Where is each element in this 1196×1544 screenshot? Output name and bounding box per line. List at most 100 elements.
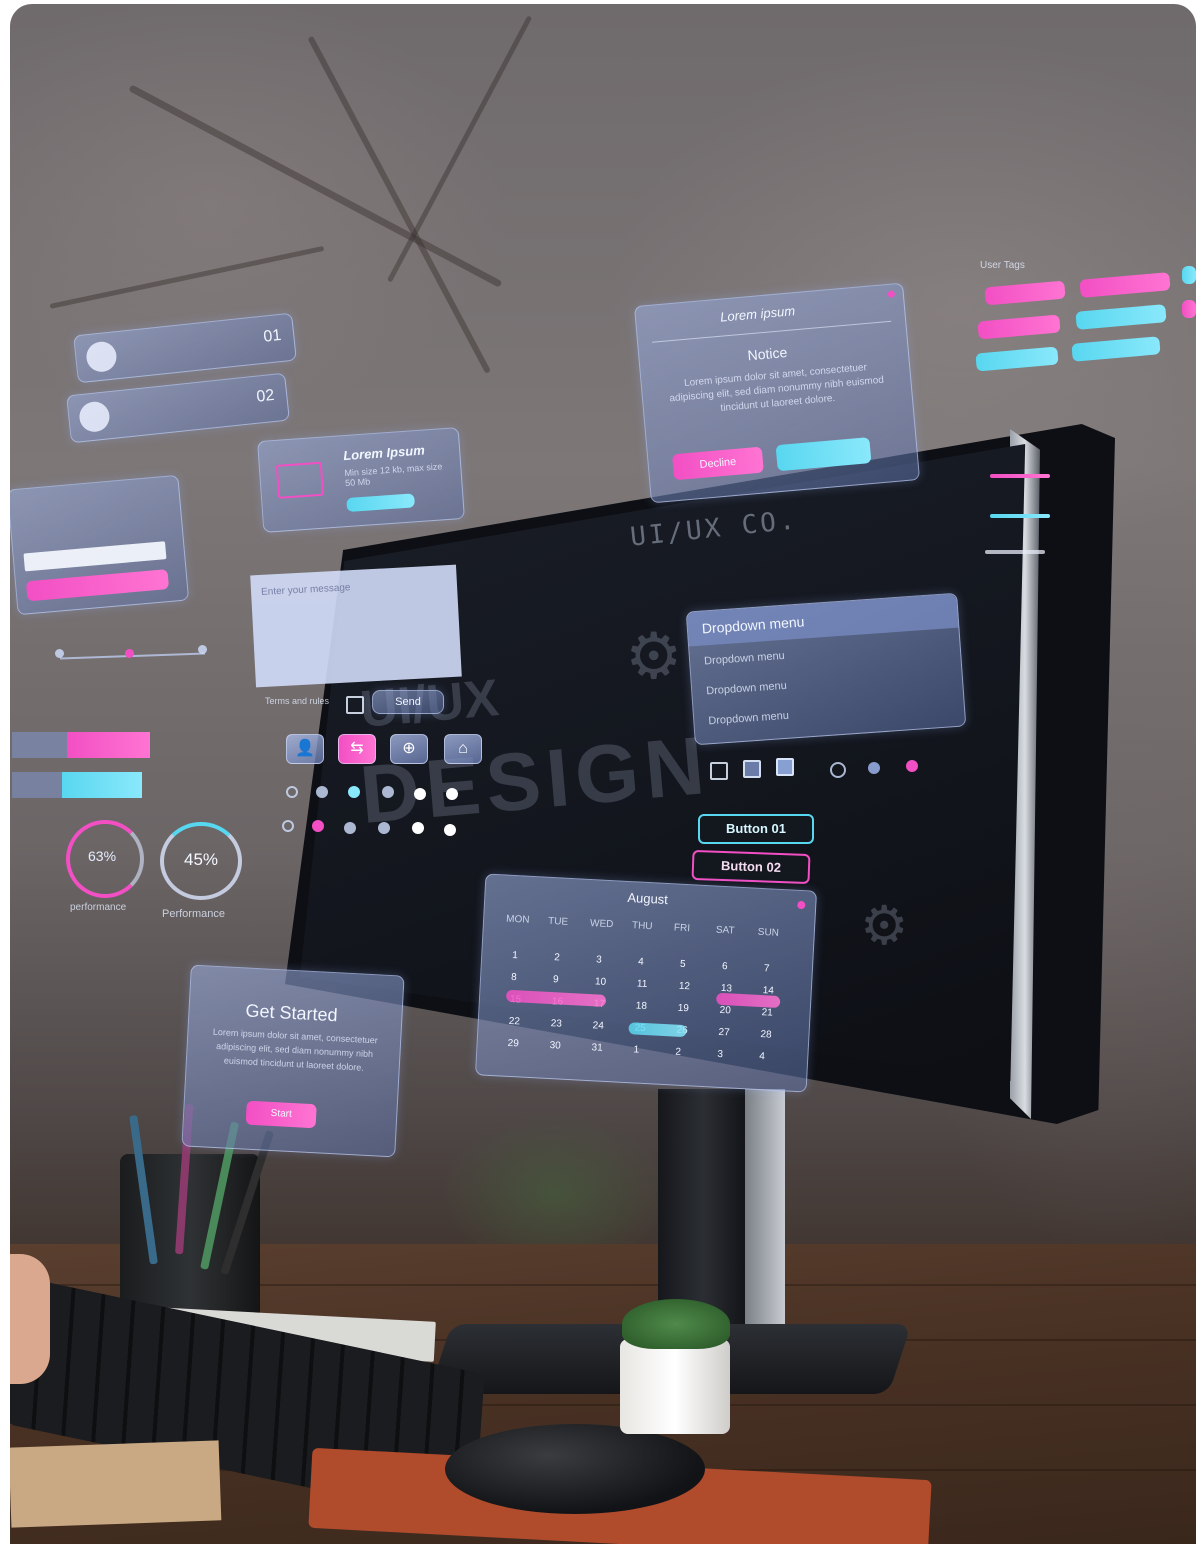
calendar-day[interactable]: 2 [554,952,560,963]
calendar-day[interactable]: 9 [553,974,559,985]
accent-line [990,474,1050,478]
calendar-day[interactable]: 7 [764,963,770,974]
avatar [84,340,118,374]
close-icon[interactable] [887,290,896,298]
radio-button[interactable] [444,824,456,836]
terms-checkbox[interactable] [346,696,364,714]
calendar-day[interactable]: 23 [550,1018,562,1030]
checkbox-checked[interactable] [776,758,794,776]
dropdown-menu[interactable]: Dropdown menu Dropdown menu Dropdown men… [685,592,967,746]
radio-button[interactable] [282,820,294,832]
slider-step[interactable] [55,649,64,658]
calendar-day[interactable]: 24 [592,1020,604,1032]
calendar-day[interactable]: 31 [591,1042,603,1054]
checkbox[interactable] [743,760,761,778]
calendar-day[interactable]: 4 [638,957,644,968]
chevron-right-icon[interactable] [797,900,806,910]
list-item-number: 01 [262,326,283,346]
radio-button[interactable] [286,786,298,798]
toggle-knob [67,732,150,758]
divider [652,320,892,343]
slider-step[interactable] [198,645,207,654]
progress-ring-label: performance [70,902,127,913]
calendar-day[interactable]: 22 [509,1016,521,1028]
radio-button[interactable] [382,786,394,798]
radio-button[interactable] [868,762,880,774]
calendar-day[interactable]: 20 [719,1005,731,1017]
calendar-day[interactable]: 8 [511,972,517,983]
radio-button[interactable] [412,822,424,834]
subscribe-button[interactable] [25,569,170,602]
slider-step[interactable] [125,649,134,658]
send-button[interactable]: Send [372,690,444,714]
message-field[interactable]: Enter your message [250,564,462,688]
calendar-day[interactable]: 5 [680,959,686,970]
notebook [10,1440,222,1528]
calendar-day[interactable]: 11 [637,979,648,991]
plant-pot [620,1339,730,1434]
calendar-day[interactable]: 12 [679,981,691,993]
radio-button[interactable] [414,788,426,800]
dropdown-item[interactable]: Dropdown menu [704,650,785,668]
subscribe-card [10,474,190,616]
checkbox[interactable] [710,762,728,780]
calendar-day[interactable]: 2 [675,1047,681,1058]
calendar-day[interactable]: 6 [722,961,728,972]
start-button[interactable]: Start [245,1100,317,1129]
email-field[interactable] [23,541,167,572]
weekday-label: MON [505,913,530,926]
calendar-day[interactable]: 28 [760,1029,772,1041]
dropdown-item[interactable]: Dropdown menu [706,680,787,698]
calendar-month: August [627,889,669,908]
user-tag[interactable] [1182,266,1196,284]
calendar-day[interactable]: 4 [759,1051,765,1062]
toggle-switch[interactable] [12,772,142,798]
radio-button[interactable] [348,786,360,798]
upload-button[interactable] [346,493,416,513]
calendar-day[interactable]: 3 [596,954,602,965]
avatar [77,400,111,434]
progress-ring: 45% [160,822,242,900]
progress-ring: 63% [66,820,144,898]
image-icon [275,461,324,499]
calendar-day[interactable]: 21 [761,1007,773,1019]
accept-button[interactable] [775,437,872,472]
filter-icon[interactable]: ⇆ [338,734,376,764]
calendar-day[interactable]: 3 [717,1049,723,1060]
radio-button[interactable] [316,786,328,798]
date-range-highlight [505,989,607,1007]
calendar-day[interactable]: 19 [677,1003,689,1015]
calendar-day[interactable]: 30 [549,1040,561,1052]
decline-button[interactable]: Decline [671,446,764,481]
radio-button[interactable] [906,760,918,772]
calendar-day[interactable]: 1 [633,1044,639,1055]
button-01[interactable]: Button 01 [698,814,814,844]
dropdown-item[interactable]: Dropdown menu [708,710,789,728]
accent-line [985,550,1045,554]
calendar-day[interactable]: 10 [595,976,607,988]
calendar-day[interactable]: 18 [635,1001,647,1013]
weekday-label: FRI [673,922,691,935]
weekday-label: THU [631,920,653,933]
succulent-plant [622,1299,730,1349]
get-started-title: Get Started [245,1000,339,1026]
radio-button[interactable] [344,822,356,834]
radio-button[interactable] [446,788,458,800]
home-icon[interactable]: ⌂ [444,734,482,764]
user-tag[interactable] [1182,300,1196,318]
add-icon[interactable]: ⊕ [390,734,428,764]
gear-icon: ⚙ [625,620,683,692]
radio-button[interactable] [830,762,846,778]
list-item-number: 02 [255,386,276,406]
toggle-switch[interactable] [12,732,150,758]
radio-button[interactable] [312,820,324,832]
notice-body: Lorem ipsum dolor sit amet, consectetuer… [669,362,885,414]
radio-button[interactable] [378,822,390,834]
get-started-body: Lorem ipsum dolor sit amet, consectetuer… [212,1026,378,1073]
calendar-day[interactable]: 27 [718,1027,730,1039]
calendar-day[interactable]: 1 [512,950,518,961]
user-icon[interactable]: 👤 [286,734,324,764]
calendar-day[interactable]: 29 [507,1038,519,1050]
button-02[interactable]: Button 02 [691,849,811,885]
weekday-label: SAT [715,924,735,937]
